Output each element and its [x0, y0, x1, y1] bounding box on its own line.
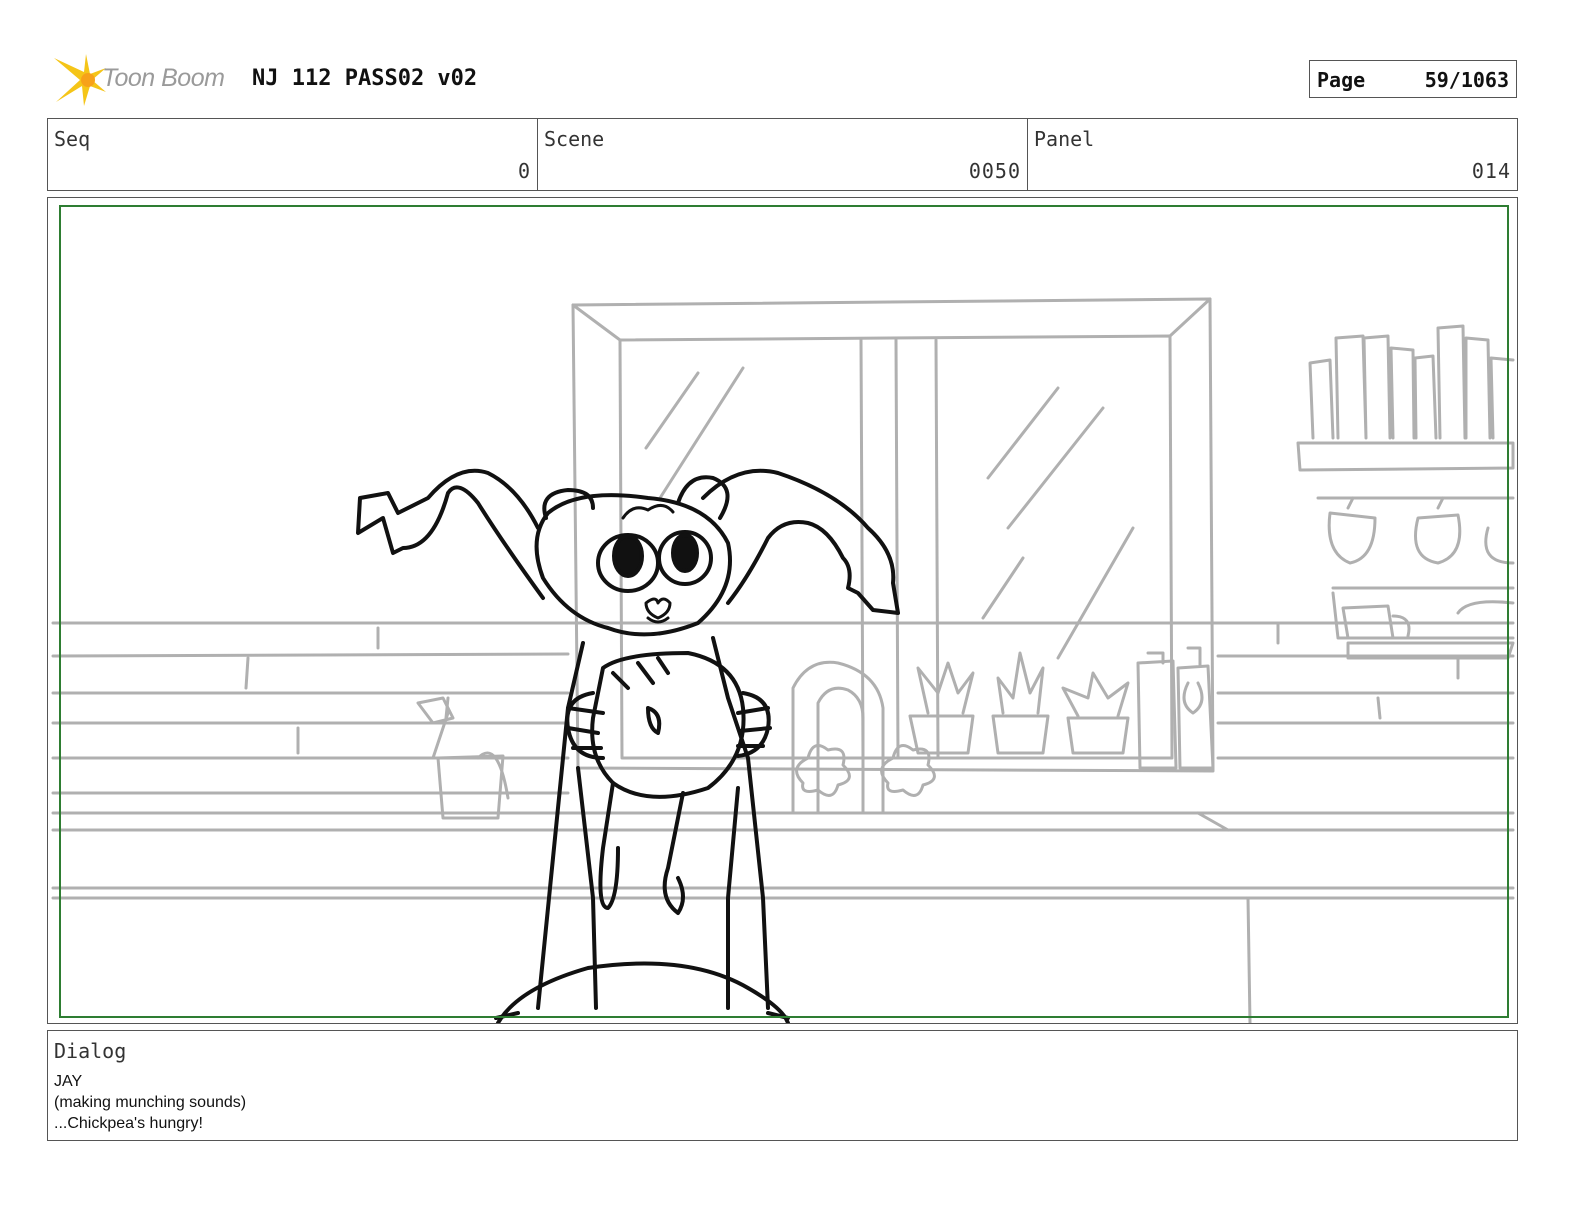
toon-boom-logo: Toon Boom — [50, 52, 240, 108]
panel-label: Panel — [1034, 127, 1095, 151]
scene-cell: Scene 0050 — [538, 119, 1028, 190]
logo-star-icon — [54, 54, 106, 106]
panel-cell: Panel 014 — [1028, 119, 1517, 190]
dialog-label: Dialog — [54, 1039, 127, 1063]
scene-label: Scene — [544, 127, 605, 151]
logo-text: Toon Boom — [102, 64, 225, 92]
page-value: 59/1063 — [1424, 68, 1509, 92]
panel-value: 014 — [1471, 159, 1511, 183]
dialog-parenthetical: (making munching sounds) — [54, 1094, 247, 1111]
page-counter: Page 59/1063 — [1309, 60, 1517, 98]
page-label: Page — [1317, 68, 1366, 92]
background-sketch — [51, 297, 1515, 1023]
project-title: NJ 112 PASS02 v02 — [252, 66, 478, 91]
storyboard-panel — [47, 197, 1518, 1024]
dialog-character: JAY — [54, 1073, 83, 1090]
scene-value: 0050 — [968, 159, 1021, 183]
info-row: Seq 0 Scene 0050 Panel 014 — [47, 118, 1518, 191]
panel-sketch — [51, 297, 1515, 1023]
dialog-box: Dialog JAY (making munching sounds) ...C… — [47, 1030, 1518, 1141]
dialog-text: JAY (making munching sounds) ...Chickpea… — [54, 1071, 246, 1134]
seq-label: Seq — [54, 127, 91, 151]
seq-value: 0 — [517, 159, 531, 183]
dialog-line: ...Chickpea's hungry! — [54, 1115, 203, 1132]
seq-cell: Seq 0 — [48, 119, 538, 190]
